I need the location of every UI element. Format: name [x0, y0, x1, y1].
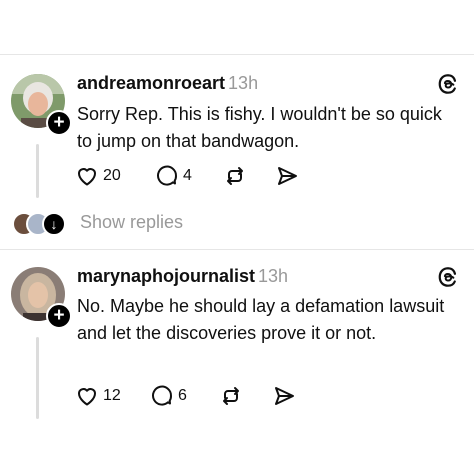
- thread-line: [36, 144, 39, 198]
- share-button[interactable]: [272, 384, 296, 408]
- heart-icon: [78, 388, 96, 406]
- post-actions: 12 6: [75, 384, 315, 412]
- show-replies-link[interactable]: Show replies: [80, 212, 183, 233]
- heart-icon: [78, 168, 96, 186]
- timestamp: 13h: [258, 266, 289, 286]
- top-divider: [0, 54, 474, 55]
- share-button[interactable]: [275, 164, 299, 188]
- like-count: 20: [103, 167, 121, 184]
- post-text: Sorry Rep. This is fishy. I wouldn't be …: [77, 104, 442, 151]
- like-count: 12: [103, 387, 121, 404]
- follow-plus-icon[interactable]: +: [46, 303, 72, 329]
- post-divider: [0, 249, 474, 250]
- thread-line: [36, 337, 39, 419]
- repost-icon: [227, 167, 243, 185]
- post-text: No. Maybe he should lay a defamation law…: [77, 296, 445, 343]
- timestamp: 13h: [228, 73, 259, 93]
- repost-button[interactable]: [219, 384, 243, 408]
- username-text[interactable]: maryna­phojournalist: [77, 266, 255, 286]
- arrow-down-icon: ↓: [50, 216, 58, 232]
- comment-count: 4: [183, 167, 192, 184]
- repost-button[interactable]: [223, 164, 247, 188]
- username-text[interactable]: andreamonroeart: [77, 73, 225, 93]
- comment-button[interactable]: 4: [155, 164, 192, 188]
- post-actions: 20 4: [75, 164, 315, 192]
- comment-button[interactable]: 6: [150, 384, 187, 408]
- show-replies-row[interactable]: ↓ Show replies: [12, 210, 312, 236]
- username[interactable]: maryna­phojournalist 13h: [77, 266, 288, 287]
- like-button[interactable]: 12: [75, 384, 121, 408]
- comment-icon: [152, 385, 173, 406]
- threads-logo-icon[interactable]: [437, 266, 459, 288]
- share-icon: [275, 387, 294, 405]
- repost-icon: [223, 387, 239, 405]
- share-icon: [278, 167, 297, 185]
- comment-count: 6: [178, 387, 187, 404]
- reply-avatar: ↓: [42, 212, 66, 236]
- follow-plus-icon[interactable]: +: [46, 110, 72, 136]
- like-button[interactable]: 20: [75, 164, 121, 188]
- comment-icon: [157, 165, 178, 186]
- username[interactable]: andreamonroeart 13h: [77, 73, 258, 94]
- threads-logo-icon[interactable]: [437, 73, 459, 95]
